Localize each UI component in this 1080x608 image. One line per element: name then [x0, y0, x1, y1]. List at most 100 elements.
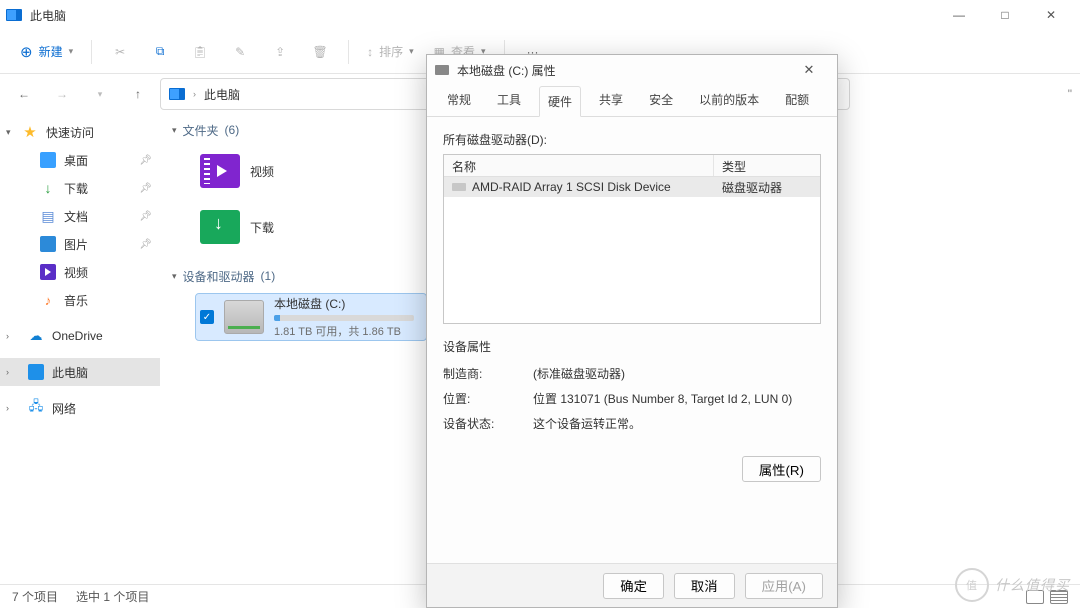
label: 下载	[64, 180, 88, 197]
tab-quota[interactable]: 配额	[777, 85, 817, 116]
view-mode-switch[interactable]	[1026, 590, 1068, 604]
new-button[interactable]: ⊕ 新建 ▾	[12, 36, 81, 68]
cancel-button[interactable]: 取消	[674, 573, 735, 599]
chevron-down-icon: ▾	[6, 127, 11, 138]
manufacturer-value: (标准磁盘驱动器)	[533, 365, 821, 382]
sidebar-this-pc[interactable]: › 此电脑	[0, 358, 160, 386]
document-icon: ▤	[40, 208, 56, 224]
window-maximize-button[interactable]: □	[982, 0, 1028, 30]
sidebar-quick-access[interactable]: ▾ ★ 快速访问	[0, 118, 160, 146]
cut-button[interactable]: ✂	[102, 36, 138, 68]
pin-icon: 📌︎	[139, 183, 152, 194]
chevron-right-icon: ›	[6, 331, 9, 341]
new-label: 新建	[39, 43, 63, 60]
copy-button[interactable]: ⧉	[142, 36, 178, 68]
sidebar[interactable]: ▾ ★ 快速访问 桌面 📌︎ ↓ 下载 📌︎ ▤ 文档 📌︎ 图片 📌︎ 视频	[0, 114, 160, 584]
back-button[interactable]: ←	[8, 78, 40, 110]
sidebar-music[interactable]: ♪ 音乐	[0, 286, 160, 314]
manufacturer-label: 制造商:	[443, 365, 533, 382]
label: 桌面	[64, 152, 88, 169]
download-icon: ↓	[40, 180, 56, 196]
cloud-icon: ☁	[28, 328, 44, 344]
tab-hardware[interactable]: 硬件	[539, 86, 581, 117]
pc-icon	[28, 364, 44, 380]
col-type[interactable]: 类型	[714, 155, 820, 176]
checkbox-icon[interactable]: ✓	[200, 310, 214, 324]
dialog-tabs: 常规 工具 硬件 共享 安全 以前的版本 配额	[427, 85, 837, 117]
sidebar-documents[interactable]: ▤ 文档 📌︎	[0, 202, 160, 230]
drive-small-icon	[435, 65, 449, 75]
share-button[interactable]: ⇪	[262, 36, 298, 68]
location-value: 位置 131071 (Bus Number 8, Target Id 2, LU…	[533, 390, 821, 407]
cut-icon: ✂	[115, 45, 125, 59]
dialog-footer: 确定 取消 应用(A)	[427, 563, 837, 607]
tab-previous-versions[interactable]: 以前的版本	[691, 85, 767, 116]
device-properties-button[interactable]: 属性(R)	[742, 456, 821, 482]
sidebar-pictures[interactable]: 图片 📌︎	[0, 230, 160, 258]
pin-icon: 📌︎	[139, 155, 152, 166]
chevron-right-icon: ›	[193, 89, 196, 99]
dialog-title: 本地磁盘 (C:) 属性	[457, 62, 556, 79]
pin-icon: 📌︎	[139, 211, 152, 222]
tile-drive-c[interactable]: ✓ 本地磁盘 (C:) 1.81 TB 可用，共 1.86 TB	[196, 294, 426, 340]
col-name[interactable]: 名称	[444, 155, 714, 176]
label: 视频	[64, 264, 88, 281]
sidebar-downloads[interactable]: ↓ 下载 📌︎	[0, 174, 160, 202]
downloads-folder-icon	[200, 210, 240, 244]
tab-tools[interactable]: 工具	[489, 85, 529, 116]
paste-icon: 📋︎	[193, 45, 208, 59]
delete-button[interactable]: 🗑︎	[302, 36, 338, 68]
status-value: 这个设备运转正常。	[533, 415, 821, 432]
drive-subtext: 1.81 TB 可用，共 1.86 TB	[274, 323, 414, 339]
window-minimize-button[interactable]: —	[936, 0, 982, 30]
disk-icon	[452, 183, 466, 191]
sidebar-videos[interactable]: 视频	[0, 258, 160, 286]
window-close-button[interactable]: ✕	[1028, 0, 1074, 30]
tab-general[interactable]: 常规	[439, 85, 479, 116]
rename-button[interactable]: ✎	[222, 36, 258, 68]
label: 文档	[64, 208, 88, 225]
sidebar-desktop[interactable]: 桌面 📌︎	[0, 146, 160, 174]
separator	[91, 40, 92, 64]
chevron-down-icon: ▾	[172, 125, 177, 136]
share-icon: ⇪	[275, 45, 285, 59]
tab-security[interactable]: 安全	[641, 85, 681, 116]
label: 音乐	[64, 292, 88, 309]
drive-name: 本地磁盘 (C:)	[274, 295, 414, 312]
chevron-down-icon: ▾	[172, 271, 177, 282]
label: 网络	[52, 400, 76, 417]
drive-icon	[224, 300, 264, 334]
apply-button[interactable]: 应用(A)	[745, 573, 823, 599]
forward-button[interactable]: →	[46, 78, 78, 110]
dialog-close-button[interactable]: ✕	[789, 62, 829, 78]
tab-sharing[interactable]: 共享	[591, 85, 631, 116]
label: 快速访问	[46, 124, 94, 141]
row-name: AMD-RAID Array 1 SCSI Disk Device	[472, 180, 671, 194]
chevron-right-icon: ›	[6, 403, 9, 413]
all-drives-label: 所有磁盘驱动器(D):	[443, 131, 821, 148]
sidebar-network[interactable]: › 🖧︎ 网络	[0, 394, 160, 422]
label: 此电脑	[52, 364, 88, 381]
tile-videos[interactable]: 视频	[196, 148, 426, 194]
up-button[interactable]: ↑	[122, 78, 154, 110]
sidebar-onedrive[interactable]: › ☁ OneDrive	[0, 322, 160, 350]
tile-downloads[interactable]: 下载	[196, 204, 426, 250]
ok-button[interactable]: 确定	[603, 573, 664, 599]
dialog-body: 所有磁盘驱动器(D): 名称 类型 AMD-RAID Array 1 SCSI …	[427, 117, 837, 492]
view-details-icon[interactable]	[1026, 590, 1044, 604]
address-segment[interactable]: 此电脑	[204, 86, 240, 103]
tile-label: 下载	[250, 219, 274, 236]
drive-row[interactable]: AMD-RAID Array 1 SCSI Disk Device 磁盘驱动器	[444, 177, 820, 197]
dialog-titlebar[interactable]: 本地磁盘 (C:) 属性 ✕	[427, 55, 837, 85]
sort-button[interactable]: ↕ 排序 ▾	[359, 36, 422, 68]
label: OneDrive	[52, 329, 103, 343]
paste-button[interactable]: 📋︎	[182, 36, 218, 68]
recent-chevron[interactable]: ▾	[84, 78, 116, 110]
drive-usage-bar	[274, 315, 414, 321]
device-properties-header: 设备属性	[443, 338, 821, 355]
app-icon	[6, 9, 22, 21]
view-tiles-icon[interactable]	[1050, 590, 1068, 604]
window-title: 此电脑	[30, 7, 66, 24]
drives-list[interactable]: 名称 类型 AMD-RAID Array 1 SCSI Disk Device …	[443, 154, 821, 324]
list-header: 名称 类型	[444, 155, 820, 177]
